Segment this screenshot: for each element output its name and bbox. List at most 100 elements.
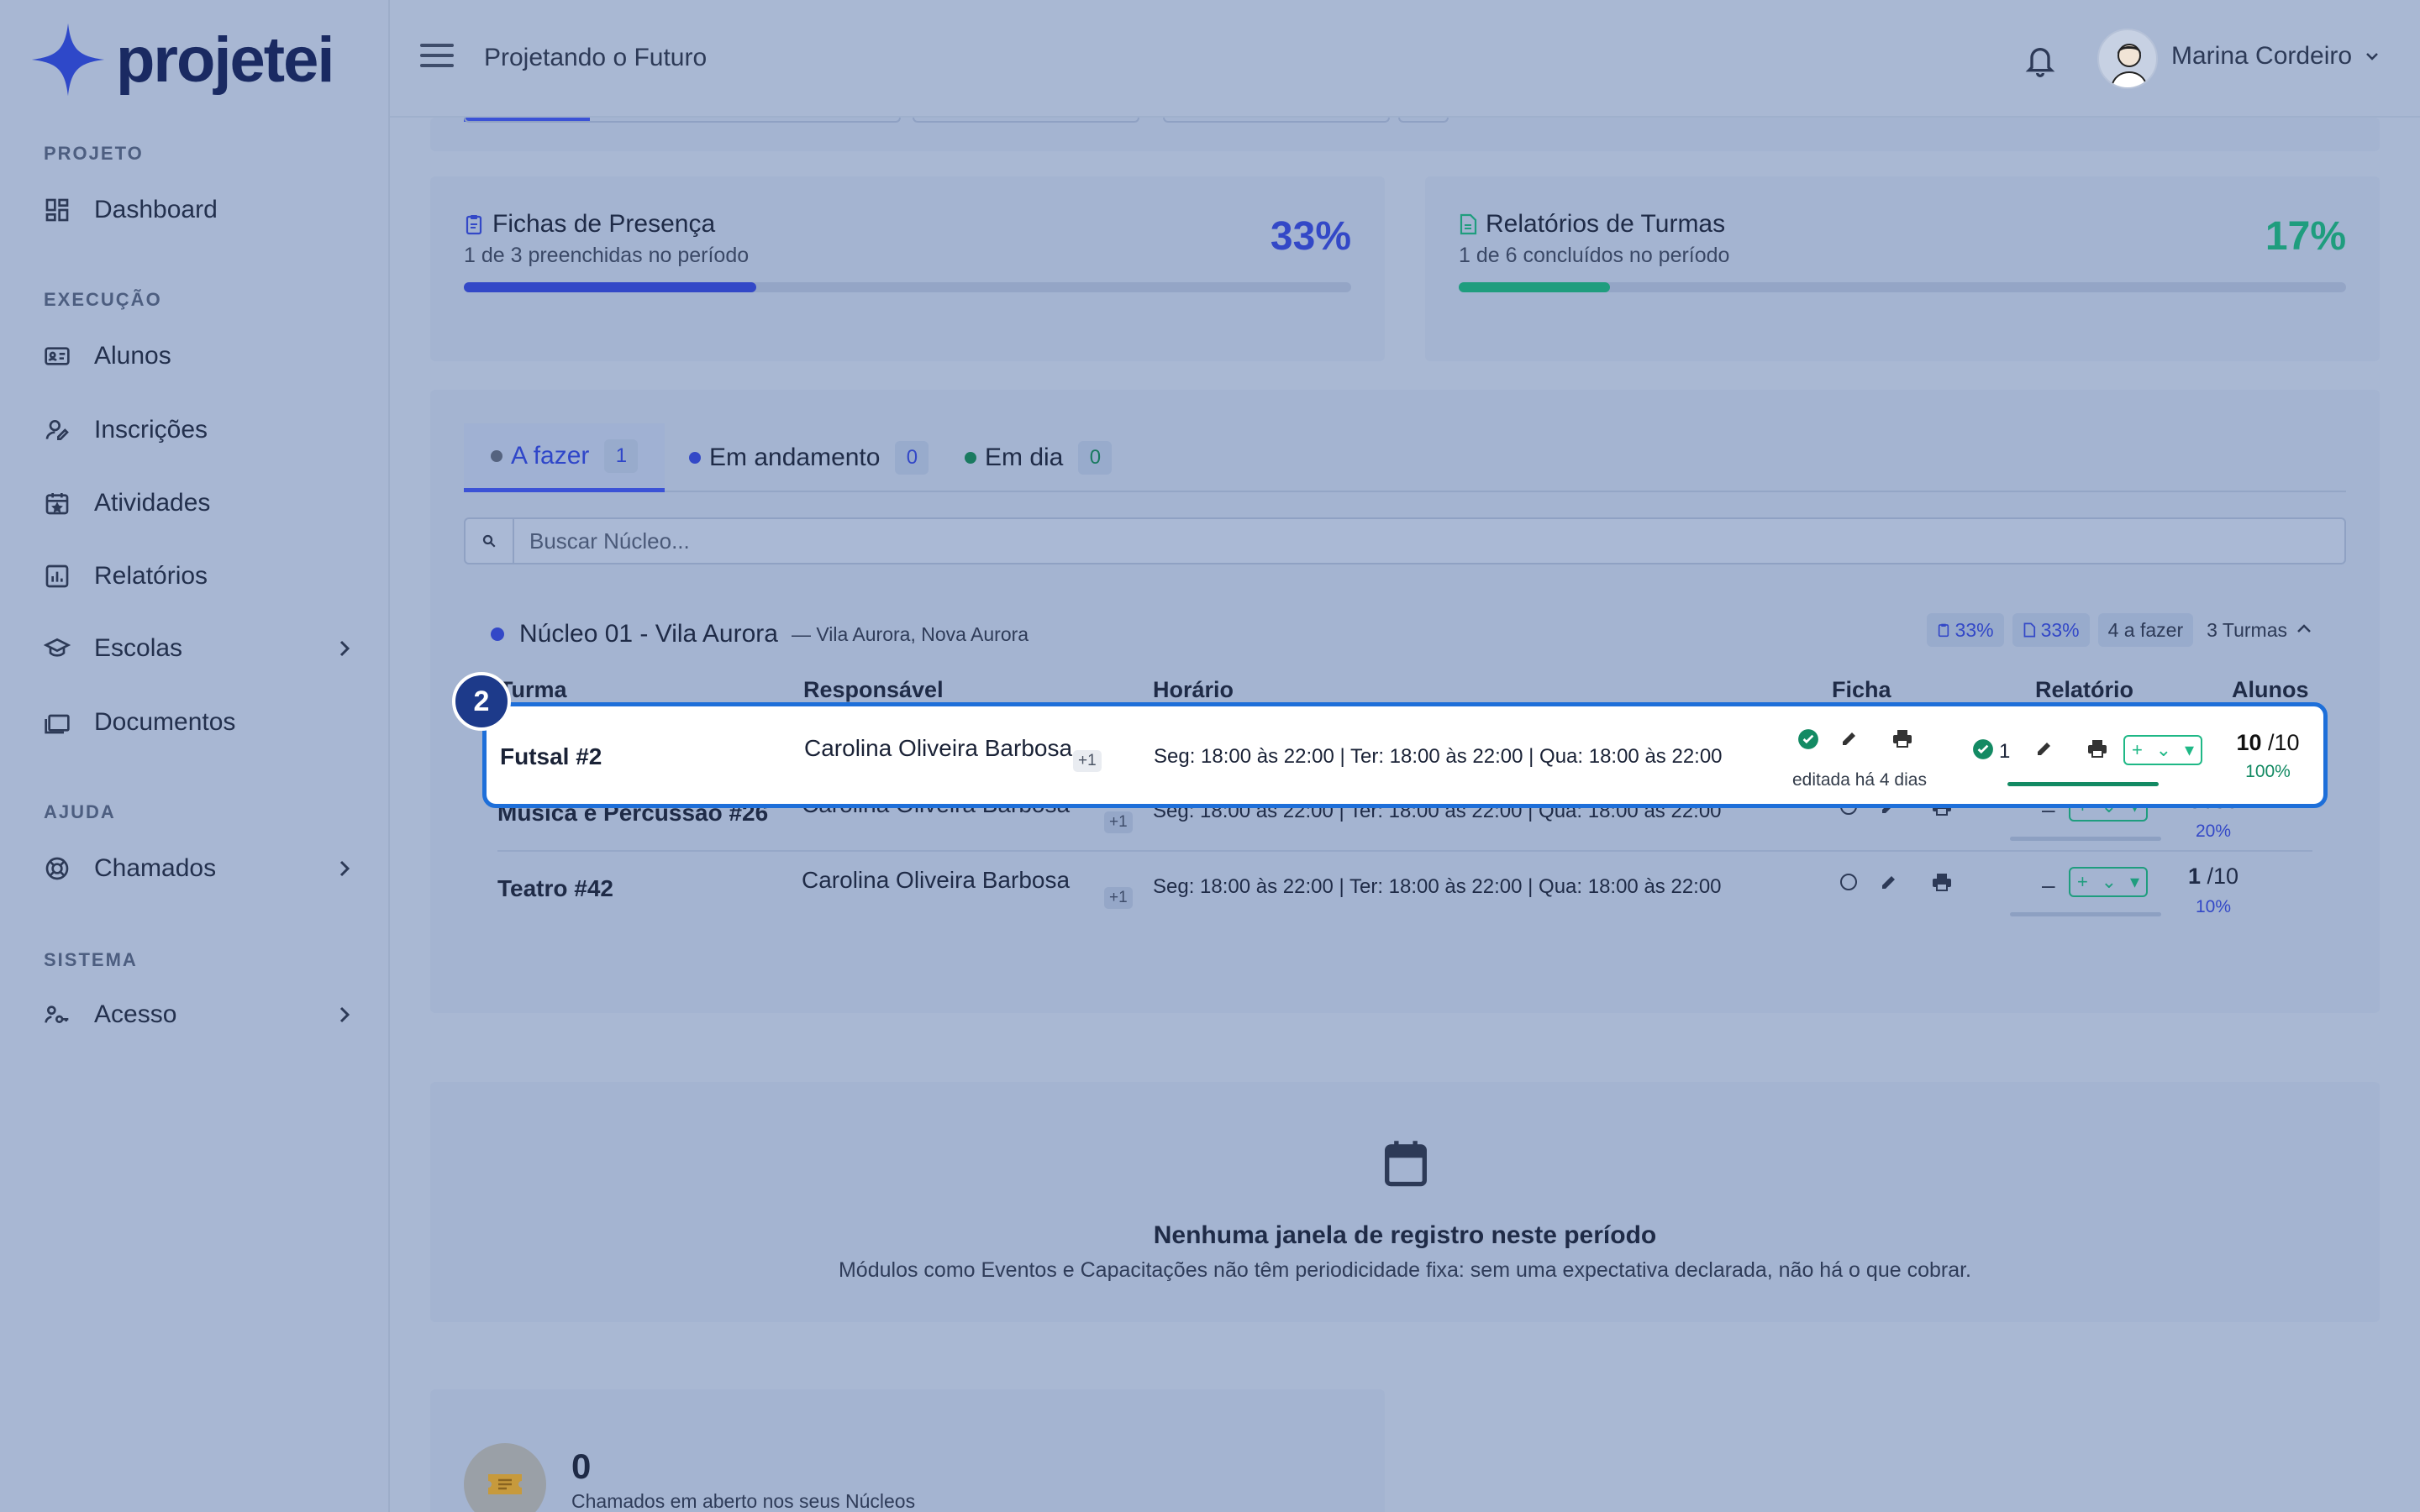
filter-select[interactable] [913,118,1139,123]
filter-date[interactable] [1163,118,1390,123]
tab-count: 0 [1078,441,1113,475]
section-ajuda: AJUDA [44,801,116,822]
sidebar-item-escolas[interactable]: Escolas [42,623,353,674]
sidebar-item-acesso[interactable]: Acesso [42,990,353,1040]
relatorios-badge: 33% [2012,613,2090,647]
print-icon[interactable] [1931,872,1953,896]
nucleo-header[interactable]: Núcleo 01 - Vila Aurora — Vila Aurora, N… [491,620,1028,648]
chevron-up-icon[interactable] [2296,622,2312,638]
extra-responsaveis[interactable]: +1 [1073,750,1102,772]
folder-icon [42,707,72,738]
empty-state-card: Nenhuma janela de registro neste período… [430,1082,2380,1322]
afazer-badge: 4 a fazer [2097,613,2194,647]
pending-circle-icon [1839,872,1859,896]
sidebar-item-alunos[interactable]: Alunos [42,331,353,381]
relatorios-card: Relatórios de Turmas 1 de 6 concluídos n… [1425,176,2380,361]
col-relatorio: Relatório [2035,677,2134,702]
fichas-card: Fichas de Presença 1 de 3 preenchidas no… [430,176,1385,361]
table-row-highlighted[interactable]: Futsal #2 Carolina Oliveira Barbosa +1 S… [482,702,2328,808]
sidebar-item-atividades[interactable]: Atividades [42,478,353,528]
fichas-title: Fichas de Presença [464,210,715,239]
avatar[interactable] [2097,29,2158,89]
chevron-down-icon[interactable] [2365,50,2380,66]
edit-icon[interactable] [1879,872,1899,896]
relatorio-progress [2007,782,2159,786]
empty-state-subtitle: Módulos como Eventos e Capacitações não … [838,1258,1971,1282]
print-icon[interactable] [1891,728,1913,753]
sidebar-item-relatorios[interactable]: Relatórios [42,551,353,601]
nucleo-location: — Vila Aurora, Nova Aurora [791,622,1029,645]
tour-step-badge: 2 [452,672,511,731]
horario: Seg: 18:00 às 22:00 | Ter: 18:00 às 22:0… [1154,745,1723,768]
logo[interactable]: projetei [30,22,334,97]
print-icon[interactable] [2086,738,2108,763]
col-ficha: Ficha [1832,677,1891,702]
status-dot [491,627,504,641]
table-row[interactable]: Teatro #42 Carolina Oliveira Barbosa +1 … [497,852,2312,927]
chart-icon [42,561,72,591]
responsavel-name: Carolina Oliveira Barbosa [802,867,1071,893]
sidebar-item-documentos[interactable]: Documentos [42,697,353,748]
fichas-badge: 33% [1926,613,2004,647]
user-name[interactable]: Marina Cordeiro [2171,42,2352,71]
school-icon [42,633,72,664]
filter-button[interactable] [1398,118,1449,123]
tab-em-dia[interactable]: Em dia 0 [938,423,1139,492]
col-horario: Horário [1153,677,1234,702]
alunos-percent: 20% [2195,822,2232,841]
topbar: Projetando o Futuro Marina Cordeiro [390,0,2420,118]
sidebar: projetei PROJETO Dashboard EXECUÇÃO Alun… [0,0,390,1512]
dashboard-icon [42,195,72,225]
responsavel-name: Carolina Oliveira Barbosa [804,735,1073,761]
sidebar-item-label: Relatórios [94,562,208,590]
check-circle-icon [1797,728,1819,754]
menu-icon[interactable] [420,44,454,72]
chamados-label: Chamados em aberto nos seus Núcleos [571,1490,916,1512]
search-box [464,517,2346,564]
chevron-down-icon: ⌄ [2101,871,2118,892]
chevron-right-icon [336,638,353,663]
brand-name: projetei [116,24,334,96]
filter-segment[interactable] [464,118,901,123]
sidebar-item-label: Dashboard [94,196,218,223]
relatorio-count: 1 [1999,740,2011,763]
status-dot [491,449,502,462]
tab-em-andamento[interactable]: Em andamento 0 [662,423,955,492]
sidebar-item-dashboard[interactable]: Dashboard [42,185,353,235]
tab-count: 0 [895,441,929,475]
sidebar-item-chamados[interactable]: Chamados [42,843,353,894]
bell-icon[interactable] [2023,42,2057,83]
relatorios-percent: 17% [2265,214,2346,259]
edit-icon[interactable] [2034,738,2054,763]
relatorios-subtitle: 1 de 6 concluídos no período [1459,244,1730,267]
extra-responsaveis[interactable]: +1 [1104,887,1133,909]
section-execucao: EXECUÇÃO [44,289,162,310]
fichas-subtitle: 1 de 3 preenchidas no período [464,244,750,267]
sidebar-item-label: Atividades [94,489,211,517]
sidebar-item-label: Chamados [94,854,217,882]
sidebar-item-inscricoes[interactable]: Inscrições [42,405,353,455]
extra-responsaveis[interactable]: +1 [1104,811,1133,833]
calendar-icon [1383,1139,1428,1192]
chevron-down-icon: ⌄ [2155,739,2172,760]
fichas-percent: 33% [1270,214,1351,259]
sidebar-item-label: Alunos [94,342,171,370]
col-alunos: Alunos [2232,677,2309,702]
add-relatorio-button[interactable]: + ⌄ ▾ [2123,735,2202,765]
alunos-count: 10 /10 [2236,730,2300,755]
chamados-card[interactable]: 0 Chamados em aberto nos seus Núcleos [430,1389,1385,1512]
plus-icon: + [2131,739,2143,760]
nucleos-card: A fazer 1 Em andamento 0 Em dia 0 Núcleo… [430,390,2380,1013]
tab-a-fazer[interactable]: A fazer 1 [464,423,666,492]
section-projeto: PROJETO [44,143,144,164]
document-icon [2023,622,2035,638]
nucleo-name: Núcleo 01 - Vila Aurora [519,620,778,648]
search-icon [466,519,514,563]
edit-icon[interactable] [1839,728,1860,753]
add-relatorio-button[interactable]: + ⌄ ▾ [2069,867,2148,897]
status-tabs: A fazer 1 Em andamento 0 Em dia 0 [464,423,2346,492]
alunos-percent: 10% [2195,897,2232,916]
turmas-count: 3 Turmas [2207,618,2287,641]
search-input[interactable] [514,528,2279,554]
id-card-icon [42,341,72,371]
